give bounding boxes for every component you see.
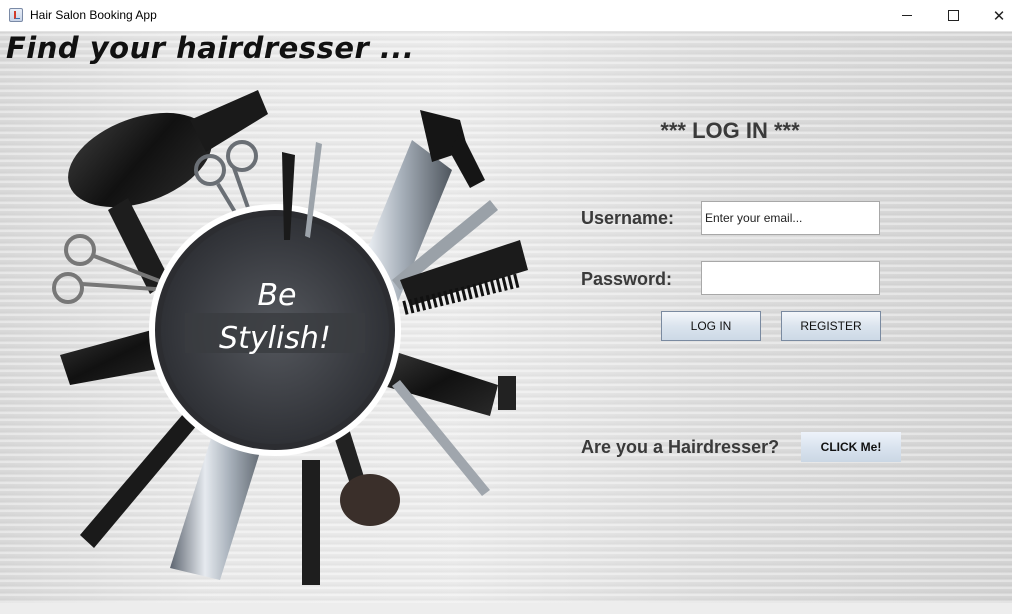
hairdresser-prompt: Are you a Hairdresser? (581, 437, 780, 457)
close-button[interactable]: ✕ (976, 0, 1012, 31)
login-button[interactable]: LOG IN (661, 311, 761, 341)
username-label: Username: (581, 208, 675, 228)
java-app-icon (9, 8, 23, 22)
password-label: Password: (581, 269, 673, 289)
page-headline: Find your hairdresser ... (6, 31, 415, 65)
window-title: Hair Salon Booking App (30, 8, 157, 22)
minimize-button[interactable] (884, 0, 930, 31)
hair-tools-illustration: Be Stylish! (52, 90, 528, 585)
badge-line-1: Be (257, 278, 296, 313)
register-button[interactable]: REGISTER (781, 311, 881, 341)
minimize-icon (902, 15, 912, 16)
bottom-comb-icon (302, 460, 320, 585)
close-icon: ✕ (992, 6, 1006, 25)
login-title: *** LOG IN *** (660, 118, 800, 143)
password-input[interactable] (701, 261, 880, 295)
maximize-icon (947, 10, 959, 21)
comb-icon (400, 240, 528, 315)
username-input[interactable] (701, 201, 880, 235)
title-bar: Hair Salon Booking App ✕ (0, 0, 1012, 32)
maximize-button[interactable] (930, 0, 976, 31)
bottom-strip (0, 603, 1012, 614)
hairdresser-click-button[interactable]: CLICK Me! (801, 432, 901, 462)
badge-line-2: Stylish! (219, 321, 331, 356)
